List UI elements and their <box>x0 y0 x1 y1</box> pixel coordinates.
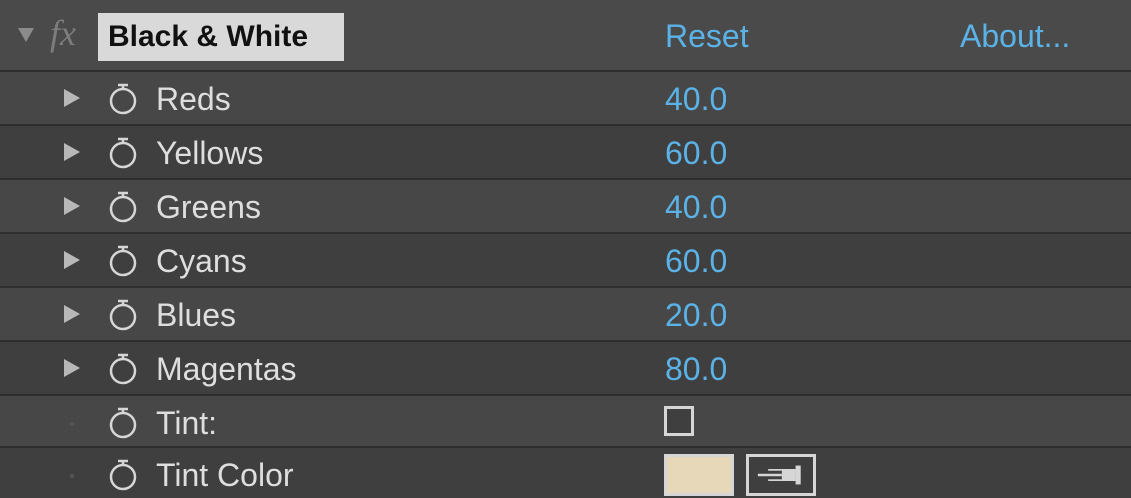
property-value-reds[interactable]: 40.0 <box>665 79 727 119</box>
effect-header-row: fx Black & White Reset About... <box>0 0 1131 70</box>
property-row-magentas: Magentas 80.0 <box>0 340 1131 394</box>
twirl-right-icon[interactable] <box>64 359 80 377</box>
property-value-magentas[interactable]: 80.0 <box>665 349 727 389</box>
stopwatch-icon[interactable] <box>106 136 140 170</box>
tint-color-swatch[interactable] <box>664 454 734 496</box>
stopwatch-icon[interactable] <box>106 458 140 492</box>
property-label: Magentas <box>156 351 297 387</box>
property-row-tint: Tint: <box>0 394 1131 446</box>
twirl-right-icon[interactable] <box>64 143 80 161</box>
property-row-yellows: Yellows 60.0 <box>0 124 1131 178</box>
twirl-right-icon[interactable] <box>64 251 80 269</box>
property-row-tint-color: Tint Color <box>0 446 1131 498</box>
twirl-right-icon[interactable] <box>64 305 80 323</box>
property-label: Blues <box>156 297 237 333</box>
indent-dot <box>70 422 74 426</box>
stopwatch-icon[interactable] <box>106 82 140 116</box>
property-label: Cyans <box>156 243 247 279</box>
property-label: Greens <box>156 189 261 225</box>
property-label: Reds <box>156 81 231 117</box>
reset-button[interactable]: Reset <box>665 16 749 56</box>
property-value-blues[interactable]: 20.0 <box>665 295 727 335</box>
property-label: Tint: <box>156 405 218 441</box>
property-label: Tint Color <box>156 457 294 493</box>
about-button[interactable]: About... <box>960 16 1070 56</box>
effect-controls-panel: fx Black & White Reset About... Reds 40.… <box>0 0 1131 498</box>
fx-icon[interactable]: fx <box>50 13 76 53</box>
stopwatch-icon[interactable] <box>106 298 140 332</box>
stopwatch-icon[interactable] <box>106 190 140 224</box>
property-row-cyans: Cyans 60.0 <box>0 232 1131 286</box>
twirl-right-icon[interactable] <box>64 197 80 215</box>
effect-name[interactable]: Black & White <box>98 13 344 61</box>
twirl-right-icon[interactable] <box>64 89 80 107</box>
stopwatch-icon[interactable] <box>106 352 140 386</box>
twirl-down-icon[interactable] <box>18 28 34 42</box>
stopwatch-icon[interactable] <box>106 406 140 440</box>
property-value-cyans[interactable]: 60.0 <box>665 241 727 281</box>
property-label: Yellows <box>156 135 264 171</box>
indent-dot <box>70 474 74 478</box>
property-row-greens: Greens 40.0 <box>0 178 1131 232</box>
property-value-yellows[interactable]: 60.0 <box>665 133 727 173</box>
property-value-greens[interactable]: 40.0 <box>665 187 727 227</box>
property-row-blues: Blues 20.0 <box>0 286 1131 340</box>
property-row-reds: Reds 40.0 <box>0 70 1131 124</box>
eyedropper-icon[interactable] <box>746 454 816 496</box>
tint-checkbox[interactable] <box>664 406 694 436</box>
stopwatch-icon[interactable] <box>106 244 140 278</box>
